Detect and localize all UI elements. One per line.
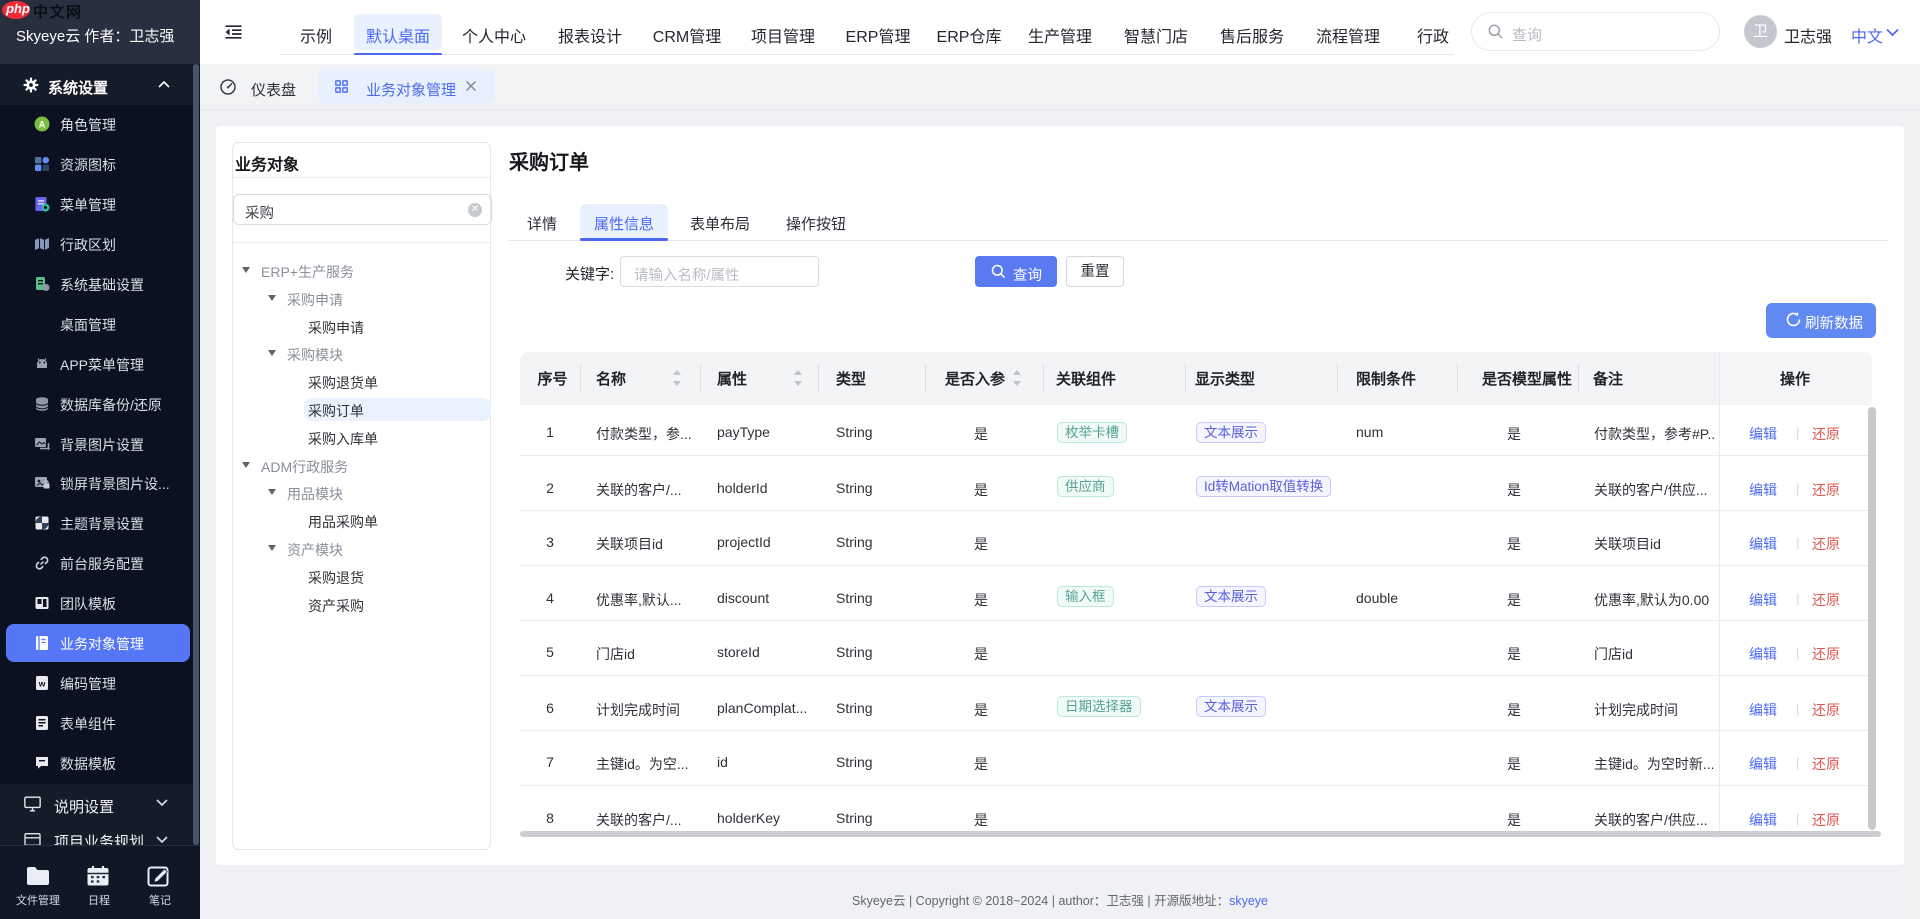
svg-text:w: w: [38, 679, 46, 689]
svg-text:A: A: [39, 120, 46, 130]
